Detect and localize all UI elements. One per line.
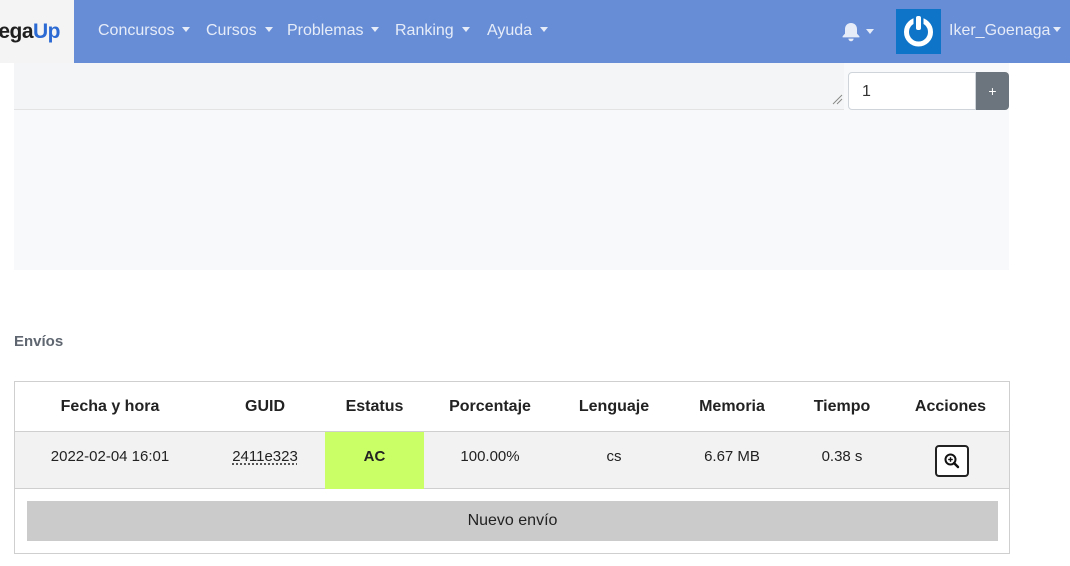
chevron-down-icon bbox=[264, 27, 273, 32]
avatar[interactable] bbox=[896, 9, 941, 54]
cell-datetime: 2022-02-04 16:01 bbox=[50, 448, 170, 465]
header-datetime: Fecha y hora bbox=[60, 398, 160, 415]
view-details-button[interactable] bbox=[935, 445, 969, 477]
resize-handle-icon[interactable] bbox=[831, 93, 843, 105]
logo-text: negaUp bbox=[0, 20, 61, 43]
header-memory: Memoria bbox=[699, 398, 765, 415]
chevron-down-icon bbox=[461, 27, 470, 32]
new-submission-button[interactable]: Nuevo envío bbox=[27, 501, 998, 541]
header-status: Estatus bbox=[345, 398, 404, 415]
table-header: Fecha y hora GUID Estatus Porcentaje Len… bbox=[15, 382, 1009, 432]
cell-guid[interactable]: 2411e323 bbox=[205, 432, 325, 489]
submissions-table: Fecha y hora GUID Estatus Porcentaje Len… bbox=[14, 381, 1010, 554]
submissions-title: Envíos bbox=[14, 333, 64, 350]
chevron-down-icon bbox=[866, 29, 874, 34]
chevron-down-icon bbox=[540, 27, 549, 32]
chevron-down-icon bbox=[371, 27, 380, 32]
guid-link[interactable]: 2411e323 bbox=[232, 448, 298, 465]
status-badge: AC bbox=[325, 432, 424, 489]
code-textarea[interactable] bbox=[14, 63, 844, 110]
user-menu[interactable]: Iker_Goenaga bbox=[949, 22, 1062, 40]
bell-icon bbox=[842, 23, 860, 42]
nav-problemas[interactable]: Problemas bbox=[287, 22, 380, 40]
logo[interactable]: negaUp bbox=[0, 0, 74, 63]
case-input[interactable] bbox=[890, 72, 976, 110]
cell-time: 0.38 s bbox=[821, 448, 863, 465]
cell-memory: 6.67 MB bbox=[704, 448, 760, 465]
header-actions: Acciones bbox=[914, 398, 987, 415]
case-count-group: 1 + bbox=[848, 72, 1009, 110]
top-navbar: negaUp Concursos Cursos Problemas Rankin… bbox=[0, 0, 1070, 63]
add-case-button[interactable]: + bbox=[976, 72, 1009, 110]
nav-ayuda[interactable]: Ayuda bbox=[487, 22, 549, 40]
case-number: 1 bbox=[848, 72, 891, 110]
header-percentage: Porcentaje bbox=[449, 398, 531, 415]
chevron-down-icon bbox=[1053, 27, 1062, 32]
cell-percentage: 100.00% bbox=[460, 448, 520, 465]
power-icon bbox=[904, 15, 933, 47]
editor-panel: 1 + bbox=[14, 63, 1009, 270]
header-language: Lenguaje bbox=[578, 398, 650, 415]
cell-language: cs bbox=[606, 448, 622, 465]
nav-cursos[interactable]: Cursos bbox=[206, 22, 273, 40]
chevron-down-icon bbox=[182, 27, 191, 32]
notifications-button[interactable] bbox=[840, 22, 880, 42]
table-row: 2022-02-04 16:01 2411e323 AC 100.00% cs … bbox=[15, 432, 1009, 489]
nav-concursos[interactable]: Concursos bbox=[98, 22, 191, 40]
zoom-in-icon bbox=[944, 453, 960, 469]
header-time: Tiempo bbox=[813, 398, 871, 415]
header-guid: GUID bbox=[245, 398, 285, 415]
nav-ranking[interactable]: Ranking bbox=[395, 22, 470, 40]
